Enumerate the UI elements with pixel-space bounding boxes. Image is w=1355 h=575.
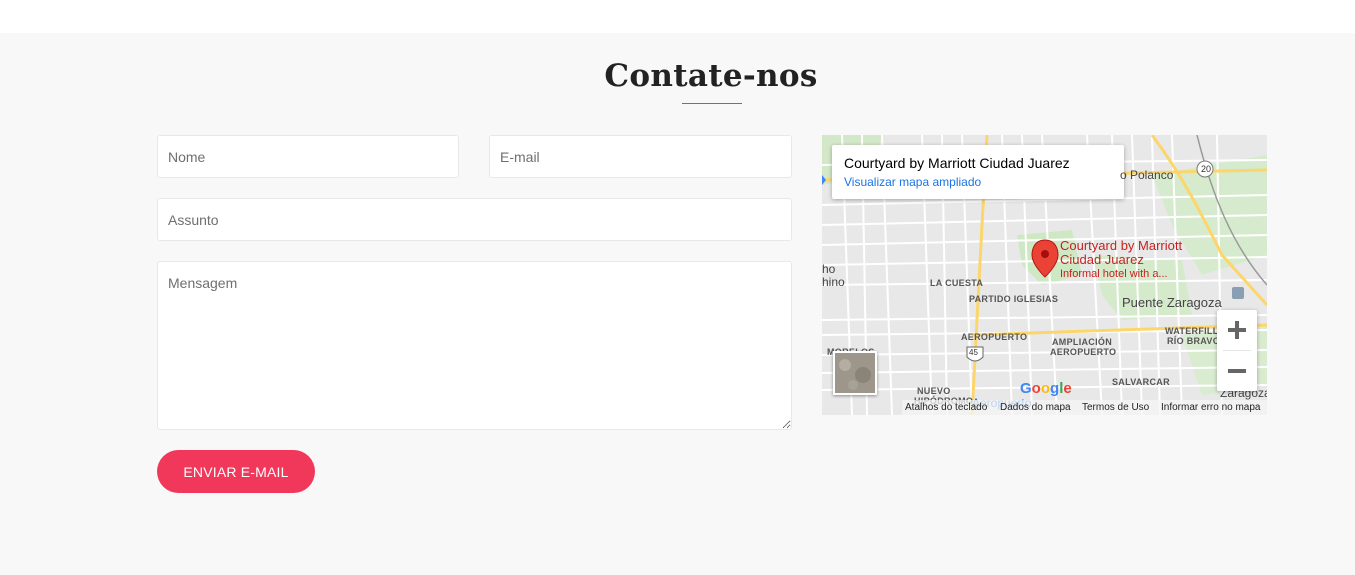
map-label-partido-iglesias: PARTIDO IGLESIAS xyxy=(969,294,1059,304)
map-label-rio-bravo: RÍO BRAVO xyxy=(1167,336,1221,346)
map-label-la-cuesta: LA CUESTA xyxy=(930,278,984,288)
map-label-polanco: o Polanco xyxy=(1120,168,1174,182)
terms-of-use-link[interactable]: Termos de Uso xyxy=(1082,402,1149,413)
name-input[interactable] xyxy=(157,135,459,178)
google-logo-letter: o xyxy=(1040,380,1051,397)
map-label-aeropuerto-2: AEROPUERTO xyxy=(1050,347,1117,357)
view-larger-map-link[interactable]: Visualizar mapa ampliado xyxy=(844,175,981,189)
map-label-hino: hino xyxy=(822,275,845,289)
title-underline xyxy=(682,103,742,104)
send-email-button[interactable]: ENVIAR E-MAIL xyxy=(157,450,315,493)
google-logo-letter: g xyxy=(1050,380,1060,397)
keyboard-shortcuts-link[interactable]: Atalhos do teclado xyxy=(905,402,987,413)
marker-label[interactable]: Courtyard by Marriott Ciudad Juarez Info… xyxy=(1060,239,1182,281)
zoom-out-button[interactable] xyxy=(1217,351,1257,391)
email-input[interactable] xyxy=(489,135,792,178)
map-label-waterfill: WATERFILL xyxy=(1165,326,1219,336)
marker-name-line1: Courtyard by Marriott xyxy=(1060,238,1183,253)
marker-name-line2: Ciudad Juarez xyxy=(1060,252,1144,267)
map-place-title: Courtyard by Marriott Ciudad Juarez xyxy=(844,155,1070,171)
map-label-salvarcar: SALVARCAR xyxy=(1112,377,1170,387)
map-data-link[interactable]: Dados do mapa xyxy=(1000,402,1071,413)
marker-description: Informal hotel with a... xyxy=(1060,268,1168,280)
map-zoom-control xyxy=(1217,310,1257,391)
map-label-puente-zaragoza: Puente Zaragoza xyxy=(1122,295,1222,310)
map-label-ampliacion: AMPLIACIÓN xyxy=(1052,337,1112,347)
map-info-window: Courtyard by Marriott Ciudad Juarez Visu… xyxy=(832,145,1124,199)
report-map-error-link[interactable]: Informar erro no mapa xyxy=(1161,402,1261,413)
google-logo: Google xyxy=(1020,380,1072,397)
zoom-in-button[interactable] xyxy=(1217,310,1257,350)
google-logo-letter: o xyxy=(1031,380,1041,397)
map-label-route45: 45 xyxy=(969,348,978,357)
map-label-ho: ho xyxy=(822,262,836,276)
plus-icon xyxy=(1228,321,1246,339)
map-label-nuevo: NUEVO xyxy=(917,386,951,396)
embedded-map[interactable]: Courtyard by Marriott Ciudad Juarez Visu… xyxy=(822,135,1267,415)
minus-icon xyxy=(1228,369,1246,373)
google-logo-letter: e xyxy=(1063,380,1072,397)
google-logo-letter: G xyxy=(1020,380,1032,397)
page-title: Contate-nos xyxy=(604,58,818,94)
map-label-aeropuerto: AEROPUERTO xyxy=(961,332,1028,342)
message-textarea[interactable] xyxy=(157,261,792,430)
map-footer: Atalhos do teclado Dados do mapa Termos … xyxy=(902,400,1267,415)
satellite-toggle-button[interactable] xyxy=(833,351,877,395)
subject-input[interactable] xyxy=(157,198,792,241)
map-label-route20: 20 xyxy=(1201,164,1212,174)
satellite-thumbnail-icon xyxy=(835,353,875,393)
